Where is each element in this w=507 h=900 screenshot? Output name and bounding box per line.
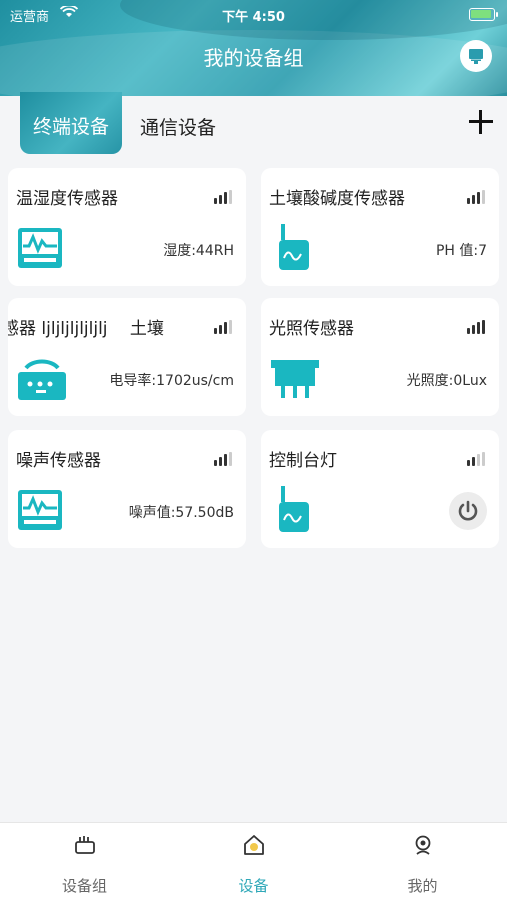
signal-strength-icon bbox=[214, 190, 234, 204]
antenna-sensor-icon bbox=[273, 484, 313, 538]
device-name: 控制台灯 bbox=[269, 451, 337, 471]
bottom-nav: 设备组 设备 我的 bbox=[0, 822, 507, 900]
monitor-wave-icon bbox=[16, 486, 64, 538]
signal-strength-icon bbox=[467, 190, 487, 204]
signal-strength-icon bbox=[214, 452, 234, 466]
signal-strength-icon bbox=[467, 320, 487, 334]
device-card[interactable]: 感器 ljljljljljljlj 土壤电导率:1702us/cm bbox=[8, 298, 246, 416]
power-icon bbox=[458, 500, 478, 521]
profile-icon bbox=[415, 835, 431, 855]
monitor-button[interactable] bbox=[460, 40, 492, 72]
sensor-reading: 噪声值:57.50dB bbox=[128, 505, 234, 521]
device-card[interactable]: 控制台灯 bbox=[261, 430, 499, 548]
power-button[interactable] bbox=[449, 492, 487, 530]
router-icon bbox=[16, 354, 68, 406]
device-name: 感器 ljljljljljljlj 土壤 bbox=[8, 319, 164, 339]
page-title: 我的设备组 bbox=[203, 46, 304, 70]
device-name: 光照传感器 bbox=[269, 319, 354, 339]
device-name: 温湿度传感器 bbox=[16, 189, 118, 209]
nav-profile[interactable]: 我的 bbox=[338, 823, 507, 900]
nav-device-group[interactable]: 设备组 bbox=[0, 823, 169, 900]
device-group-icon bbox=[75, 836, 95, 854]
header: 运营商 下午 4:50 我的设备组 bbox=[0, 0, 507, 96]
signal-strength-icon bbox=[467, 452, 487, 466]
status-bar: 运营商 下午 4:50 bbox=[0, 4, 507, 25]
sensor-reading: 光照度:0Lux bbox=[406, 373, 487, 389]
light-sensor-icon bbox=[269, 354, 321, 406]
add-device-button[interactable] bbox=[467, 108, 495, 136]
device-card[interactable]: 噪声传感器噪声值:57.50dB bbox=[8, 430, 246, 548]
monitor-icon bbox=[469, 49, 483, 64]
home-device-icon bbox=[244, 835, 264, 855]
nav-label: 设备组 bbox=[61, 877, 107, 895]
device-card[interactable]: 土壤酸碱度传感器 PH 值:7 bbox=[261, 168, 499, 286]
device-name: 噪声传感器 bbox=[16, 451, 101, 471]
tab-terminal-devices[interactable]: 终端设备 bbox=[20, 92, 122, 154]
nav-label: 我的 bbox=[407, 877, 438, 895]
status-time: 下午 4:50 bbox=[222, 10, 285, 25]
nav-devices[interactable]: 设备 bbox=[169, 823, 338, 900]
nav-label: 设备 bbox=[238, 877, 269, 895]
monitor-wave-icon bbox=[16, 224, 64, 276]
antenna-sensor-icon bbox=[273, 222, 313, 276]
sensor-reading: 电导率:1702us/cm bbox=[109, 373, 234, 389]
tab-communication-devices[interactable]: 通信设备 bbox=[140, 113, 216, 140]
device-card[interactable]: 温湿度传感器湿度:44RH bbox=[8, 168, 246, 286]
sensor-reading: PH 值:7 bbox=[435, 243, 487, 259]
signal-strength-icon bbox=[214, 320, 234, 334]
device-card[interactable]: 光照传感器光照度:0Lux bbox=[261, 298, 499, 416]
device-name: 土壤酸碱度传感器 bbox=[269, 189, 405, 209]
battery-icon bbox=[469, 8, 498, 21]
sensor-reading: 湿度:44RH bbox=[163, 243, 234, 259]
